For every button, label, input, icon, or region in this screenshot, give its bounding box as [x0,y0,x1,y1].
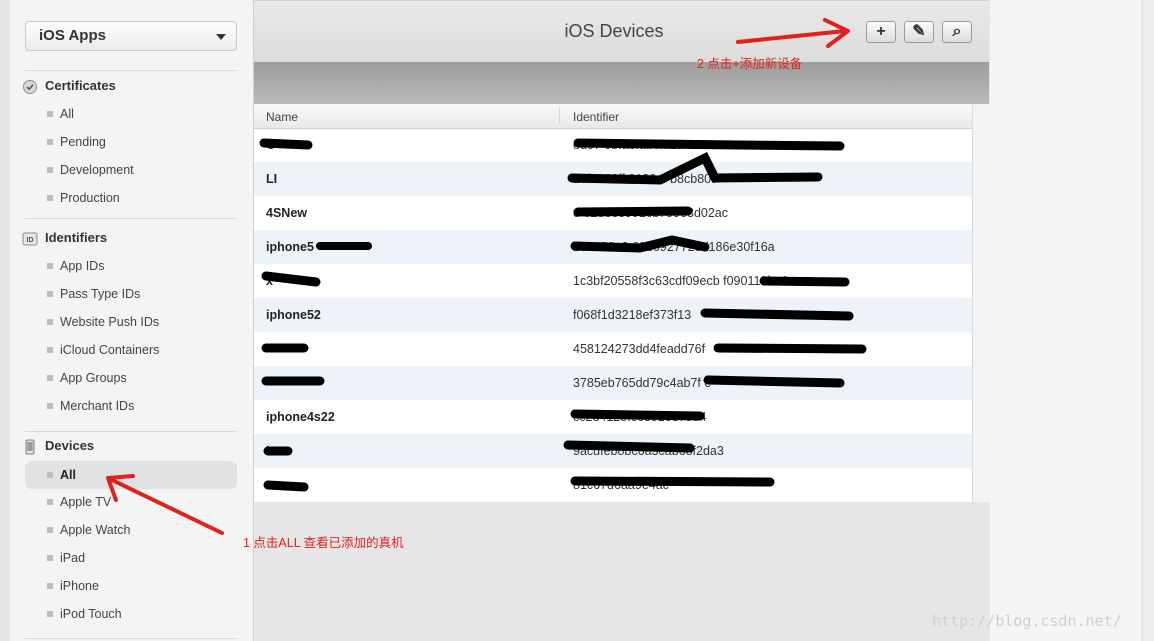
redaction-mark [713,343,867,354]
arrow-to-all-item [110,478,224,535]
redaction-mark [570,409,705,421]
redaction-mark [263,480,309,492]
redaction-mark [573,206,693,217]
redaction-mark [563,440,695,453]
redaction-mark [259,138,313,150]
redaction-mark [570,476,775,487]
redaction-mark [703,375,845,388]
redaction-mark [573,138,845,151]
redaction-mark [567,151,823,185]
watermark: http://blog.csdn.net/ [932,612,1122,630]
redaction-mark [700,308,854,321]
redaction-mark [261,271,321,287]
annotation-step2: 2 点击+添加新设备 [697,57,803,71]
redaction-mark [570,235,710,253]
redaction-mark [759,276,850,287]
annotation-step1: 1 点击ALL 查看已添加的真机 [243,536,404,550]
arrow-to-add-button [736,29,847,44]
annotation-overlay [106,18,867,535]
